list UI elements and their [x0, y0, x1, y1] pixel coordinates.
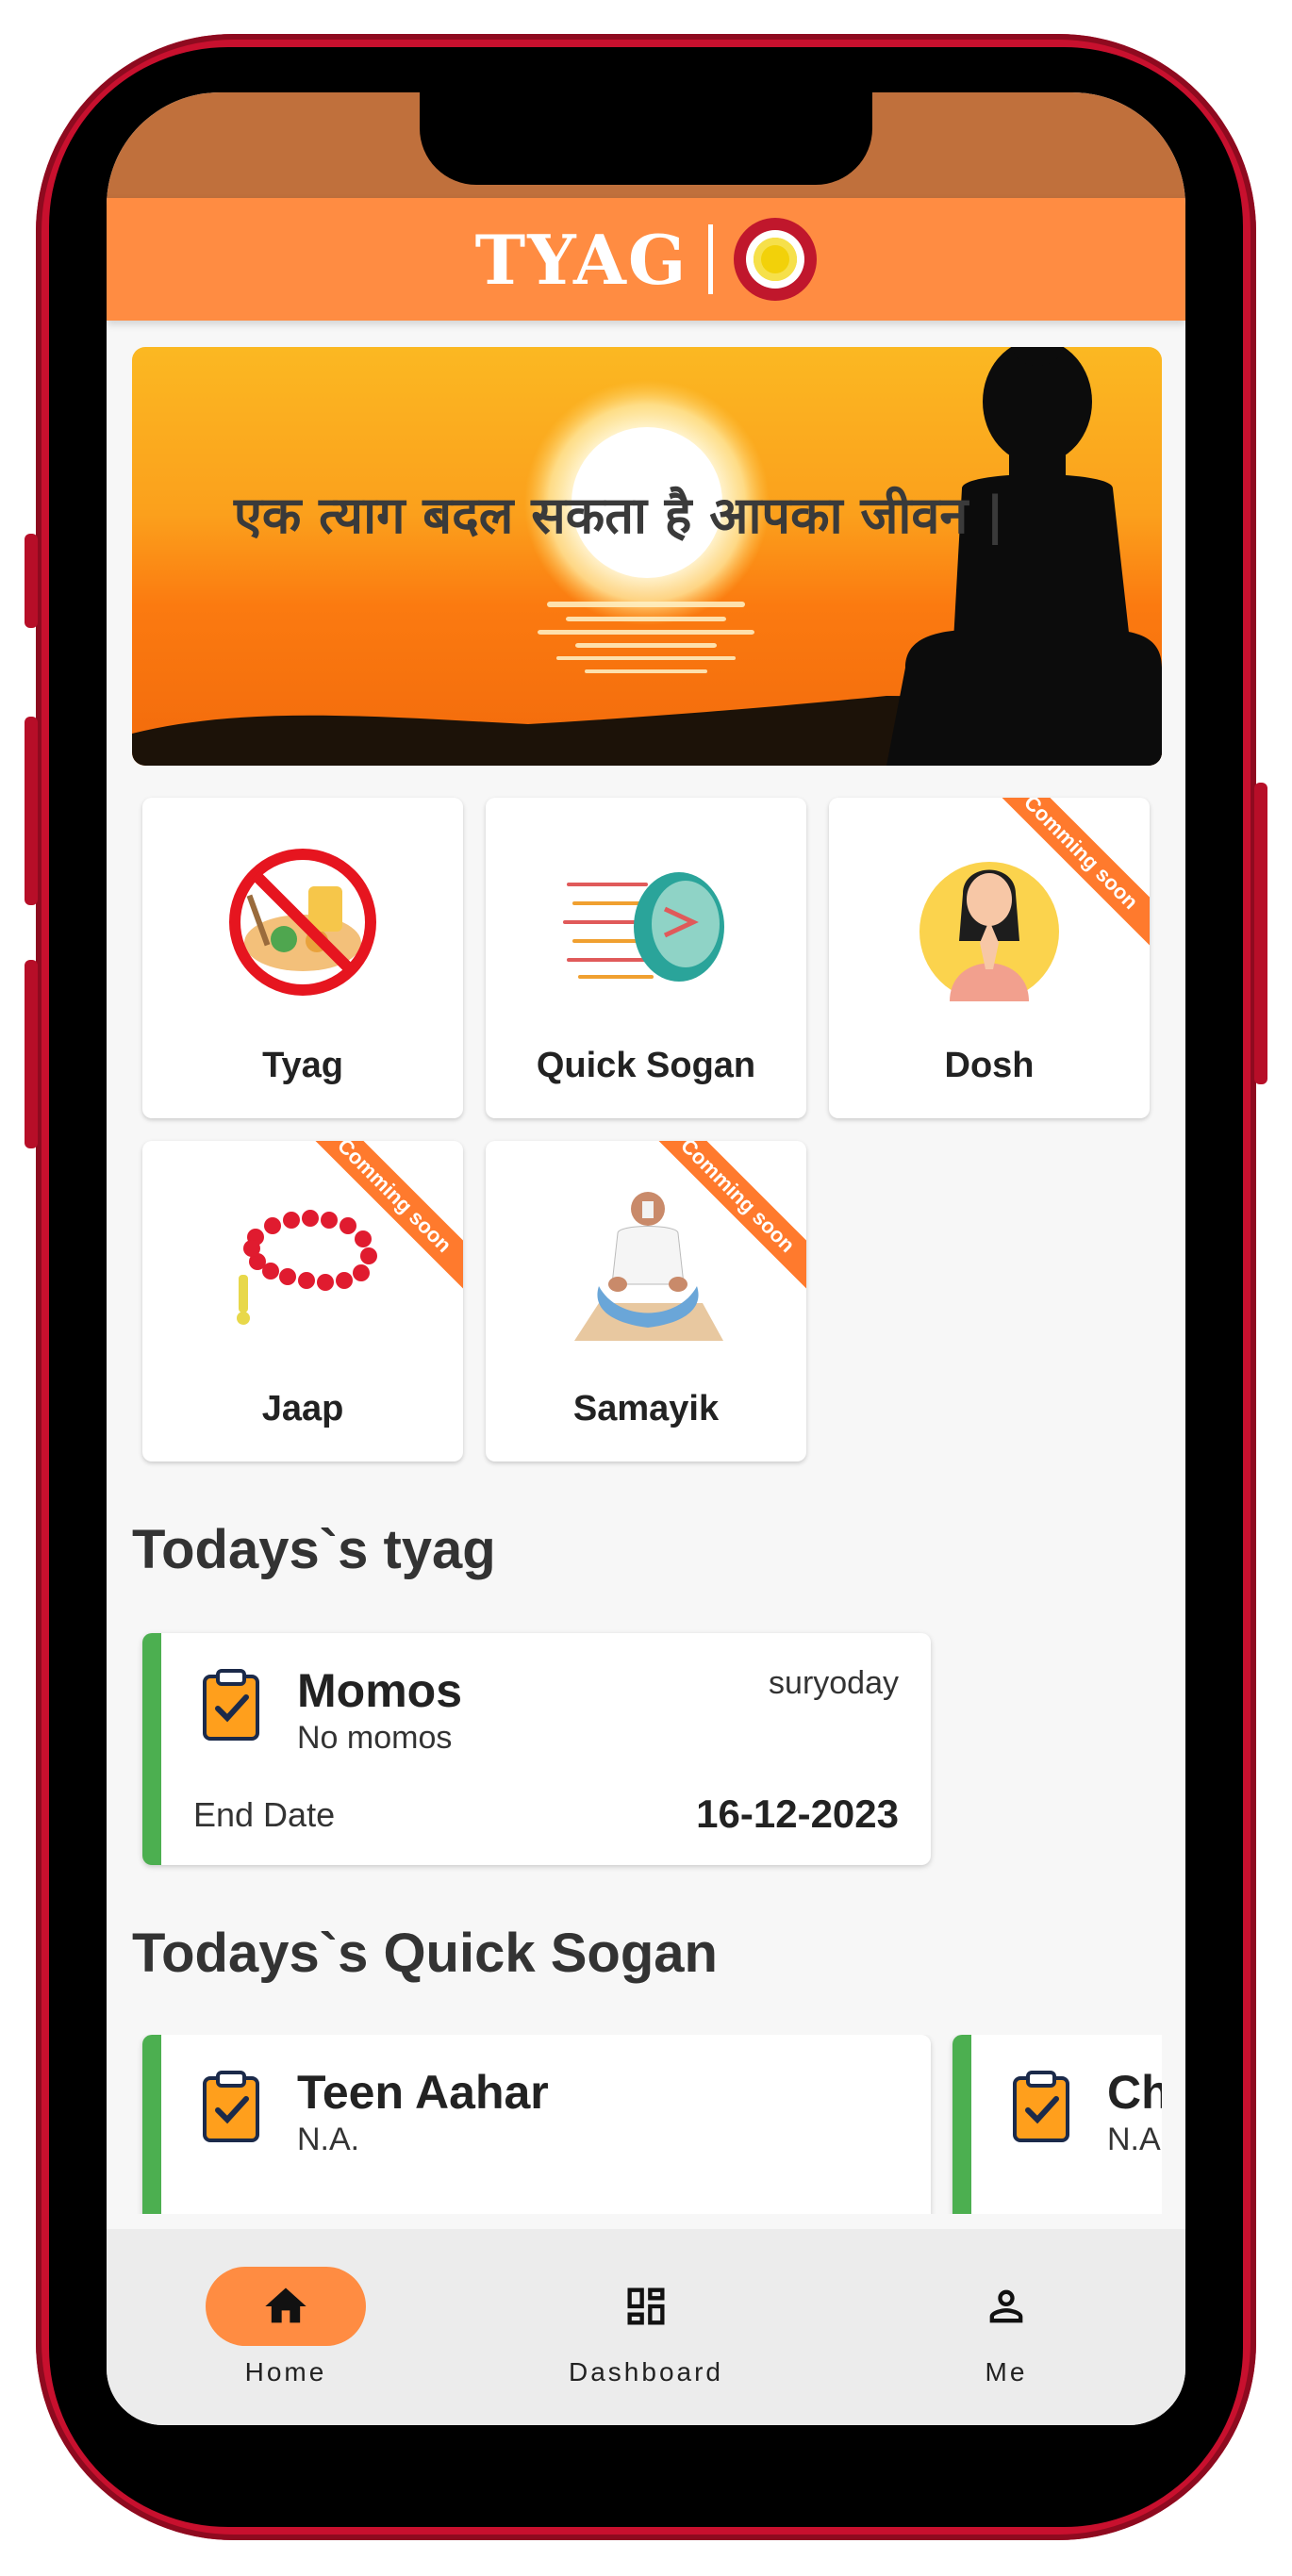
tile-label: Jaap: [261, 1389, 344, 1428]
prayer-beads-icon: [237, 1210, 377, 1325]
nav-icon-wrap: [566, 2267, 726, 2346]
card-subtitle: No momos: [297, 1720, 453, 1756]
sogan-card[interactable]: Ch N.A: [952, 2035, 1162, 2214]
clipboard-check-icon: [1013, 2071, 1069, 2142]
nav-icon-wrap: [926, 2267, 1086, 2346]
nav-label: Dashboard: [569, 2357, 723, 2386]
sogan-card[interactable]: Teen Aahar N.A.: [142, 2035, 931, 2214]
card-time: suryoday: [769, 1665, 899, 1701]
volume-up-button: [25, 717, 38, 905]
end-date-value: 16-12-2023: [696, 1792, 899, 1836]
sunset-illustration: [132, 347, 1162, 766]
nav-dashboard[interactable]: Dashboard: [533, 2267, 759, 2387]
sogan-carousel[interactable]: Teen Aahar N.A. Ch N.A: [132, 2035, 1162, 2214]
todays-tyag-heading: Todays`s tyag: [132, 1519, 496, 1580]
nav-me[interactable]: Me: [893, 2267, 1119, 2387]
card-title: Ch: [1107, 2066, 1162, 2119]
clipboard-check-icon: [203, 2071, 259, 2142]
app-bar: TYAG: [107, 198, 1185, 321]
meditation-icon: [574, 1192, 723, 1341]
card-accent: [142, 1633, 161, 1865]
volume-down-button: [25, 960, 38, 1148]
power-button: [1254, 783, 1267, 1084]
no-food-icon: [229, 849, 376, 996]
quick-plate-icon: [563, 872, 724, 982]
tile-label: Dosh: [944, 1046, 1035, 1085]
nav-label: Home: [244, 2357, 327, 2386]
app-title: TYAG: [474, 219, 688, 300]
card-accent: [952, 2035, 971, 2214]
nav-label: Me: [985, 2357, 1028, 2386]
notch: [420, 92, 872, 185]
nav-active-indicator: [206, 2267, 366, 2346]
card-title: Teen Aahar: [297, 2066, 549, 2119]
tile-label: Tyag: [262, 1046, 343, 1085]
nav-home[interactable]: Home: [173, 2267, 399, 2387]
card-subtitle: N.A.: [297, 2122, 360, 2157]
card-title: Momos: [297, 1664, 462, 1717]
clipboard-check-icon: [203, 1669, 259, 1741]
app-logo-icon: [734, 218, 818, 301]
banner-quote: एक त्याग बदल सकता है आपका जीवन |: [234, 486, 1004, 545]
dashboard-icon: [627, 2287, 665, 2325]
tyag-card[interactable]: Momos No momos suryoday End Date 16-12-2…: [142, 1633, 931, 1865]
tile-samayik[interactable]: Samayik Comming soon: [486, 1141, 806, 1461]
tile-dosh[interactable]: Dosh Comming soon: [829, 798, 1150, 1118]
mute-switch: [25, 534, 38, 628]
screen: TYAG एक त्याग बदल सकता है आपका जीवन | Ty…: [107, 92, 1185, 2425]
hero-banner: एक त्याग बदल सकता है आपका जीवन |: [132, 347, 1162, 766]
card-accent: [142, 2035, 161, 2214]
todays-sogan-heading: Todays`s Quick Sogan: [132, 1923, 718, 1984]
home-icon: [265, 2287, 306, 2323]
end-date-label: End Date: [193, 1795, 336, 1834]
card-subtitle: N.A: [1107, 2122, 1161, 2157]
praying-woman-icon: [919, 862, 1059, 1001]
tile-label: Samayik: [572, 1389, 720, 1428]
tile-jaap[interactable]: Jaap Comming soon: [142, 1141, 463, 1461]
tile-tyag[interactable]: Tyag: [142, 798, 463, 1118]
tile-quick-sogan[interactable]: Quick Sogan: [486, 798, 806, 1118]
tile-label: Quick Sogan: [536, 1046, 756, 1085]
bottom-nav: Home Dashboard Me: [107, 2229, 1185, 2425]
person-icon: [989, 2289, 1023, 2323]
title-separator: [708, 224, 714, 294]
